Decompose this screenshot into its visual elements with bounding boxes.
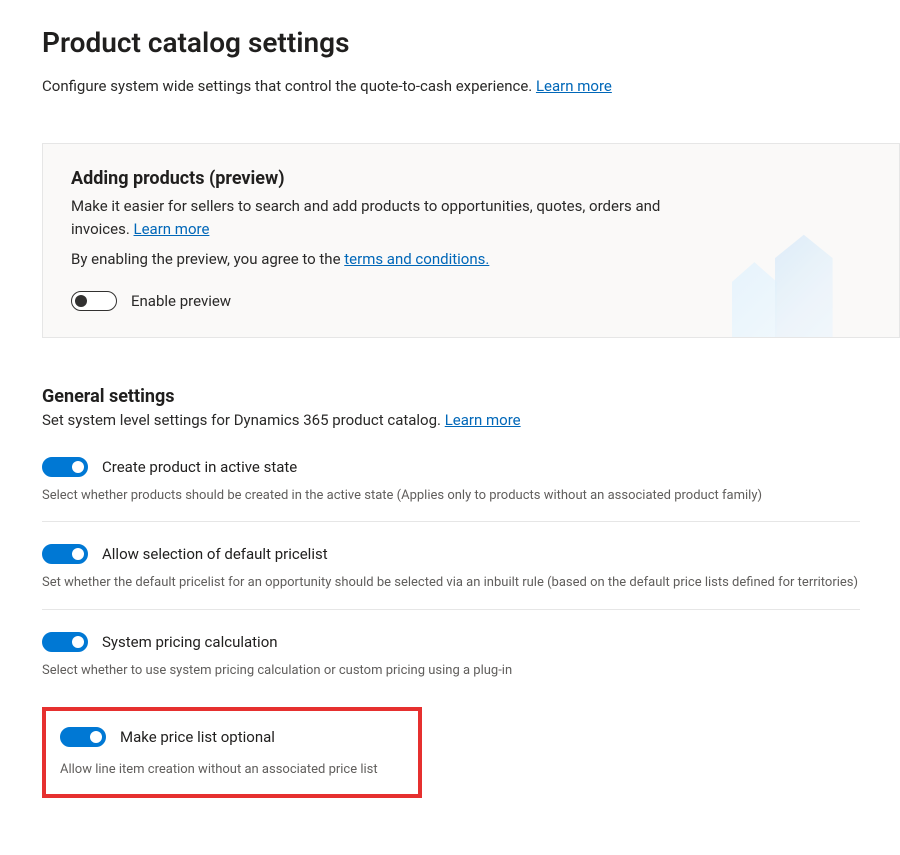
page-subtitle-text: Configure system wide settings that cont… <box>42 77 536 95</box>
highlighted-setting-pricelist-optional: Make price list optional Allow line item… <box>42 707 422 798</box>
system-pricing-toggle[interactable] <box>42 632 88 652</box>
toggle-knob-icon <box>90 731 102 743</box>
create-active-toggle[interactable] <box>42 457 88 477</box>
default-pricelist-toggle[interactable] <box>42 544 88 564</box>
general-subtitle: Set system level settings for Dynamics 3… <box>42 411 860 429</box>
setting-create-active: Create product in active state Select wh… <box>42 447 860 522</box>
preview-body-2-text: By enabling the preview, you agree to th… <box>71 250 344 268</box>
preview-body-1: Make it easier for sellers to search and… <box>71 195 711 240</box>
preview-body-2: By enabling the preview, you agree to th… <box>71 248 711 271</box>
general-heading: General settings <box>42 386 860 407</box>
setting-system-pricing: System pricing calculation Select whethe… <box>42 609 860 697</box>
preview-heading: Adding products (preview) <box>71 168 871 189</box>
enable-preview-toggle[interactable] <box>71 291 117 311</box>
enable-preview-label: Enable preview <box>131 292 231 310</box>
preview-learn-more-link[interactable]: Learn more <box>134 220 210 238</box>
terms-and-conditions-link[interactable]: terms and conditions. <box>344 250 489 268</box>
default-pricelist-label: Allow selection of default pricelist <box>102 545 328 563</box>
create-active-desc: Select whether products should be create… <box>42 487 860 506</box>
toggle-knob-icon <box>72 636 84 648</box>
preview-card: Adding products (preview) Make it easier… <box>42 143 900 338</box>
learn-more-link-header[interactable]: Learn more <box>536 77 612 95</box>
page-subtitle: Configure system wide settings that cont… <box>42 77 900 95</box>
general-learn-more-link[interactable]: Learn more <box>445 411 521 429</box>
page-title: Product catalog settings <box>42 26 900 59</box>
pricelist-optional-toggle[interactable] <box>60 727 106 747</box>
system-pricing-desc: Select whether to use system pricing cal… <box>42 662 860 681</box>
general-settings-section: General settings Set system level settin… <box>42 386 900 798</box>
default-pricelist-desc: Set whether the default pricelist for an… <box>42 574 860 593</box>
toggle-knob-icon <box>75 295 87 307</box>
create-active-label: Create product in active state <box>102 458 297 476</box>
pricelist-optional-desc: Allow line item creation without an asso… <box>60 761 404 780</box>
pricelist-optional-label: Make price list optional <box>120 728 275 746</box>
general-subtitle-text: Set system level settings for Dynamics 3… <box>42 411 445 429</box>
toggle-knob-icon <box>72 548 84 560</box>
setting-default-pricelist: Allow selection of default pricelist Set… <box>42 521 860 609</box>
toggle-knob-icon <box>72 461 84 473</box>
system-pricing-label: System pricing calculation <box>102 633 278 651</box>
